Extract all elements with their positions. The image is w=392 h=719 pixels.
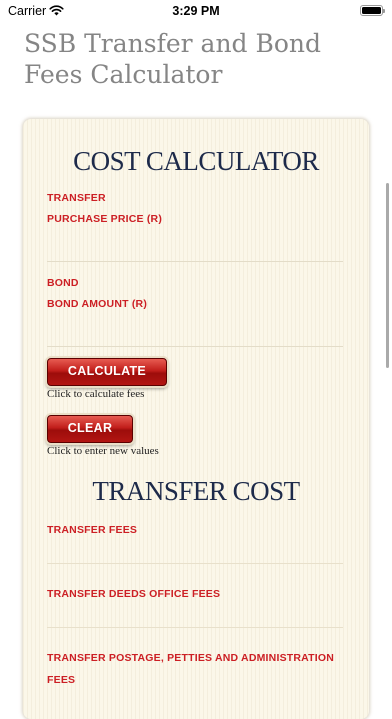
deeds-office-fees-label: TRANSFER DEEDS OFFICE FEES [47,588,221,600]
transfer-fees-label: TRANSFER FEES [47,524,138,536]
postage-fees-label-line2: FEES [47,674,76,686]
scrollbar[interactable] [386,183,389,368]
clear-hint: Click to enter new values [47,445,159,457]
bond-amount-input[interactable] [47,324,343,347]
transfer-cost-heading: TRANSFER COST [92,476,300,506]
battery-icon [360,5,385,16]
calculate-hint: Click to calculate fees [47,388,145,400]
bond-section-label: BOND [47,277,79,289]
purchase-price-input[interactable] [47,239,343,262]
status-time: 3:29 PM [172,4,220,18]
transfer-section-label: TRANSFER [47,192,106,204]
bond-amount-label: BOND AMOUNT (R) [47,298,148,310]
cost-calculator-heading: COST CALCULATOR [73,146,319,176]
divider [47,563,343,564]
app-title: SSB Transfer and Bond Fees Calculator [24,29,322,89]
calculator-card: COST CALCULATOR TRANSFER PURCHASE PRICE … [23,119,369,719]
calculate-button[interactable]: CALCULATE [47,358,167,386]
clear-button[interactable]: CLEAR [47,415,133,443]
status-bar: Carrier 3:29 PM [0,0,392,22]
purchase-price-label: PURCHASE PRICE (R) [47,213,163,225]
divider [47,627,343,628]
postage-fees-label: TRANSFER POSTAGE, PETTIES AND ADMINISTRA… [47,652,335,664]
